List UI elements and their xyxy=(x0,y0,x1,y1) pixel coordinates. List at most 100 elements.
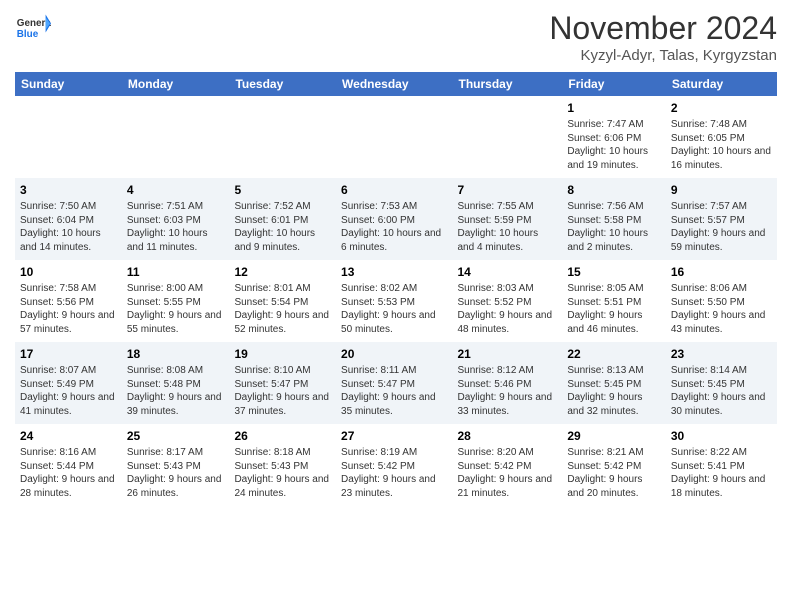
calendar-day: 3 Sunrise: 7:50 AMSunset: 6:04 PMDaylight… xyxy=(15,178,122,260)
header: General Blue November 2024 Kyzyl-Adyr, T… xyxy=(15,10,777,64)
col-sunday: Sunday xyxy=(15,72,122,96)
col-monday: Monday xyxy=(122,72,230,96)
calendar-day: 19Sunrise: 8:10 AMSunset: 5:47 PMDayligh… xyxy=(229,342,336,424)
calendar-day: 21 Sunrise: 8:12 AMSunset: 5:46 PMDayligh… xyxy=(453,342,563,424)
day-number: 20 xyxy=(341,346,447,362)
day-number: 28 xyxy=(458,428,558,444)
calendar-day xyxy=(229,96,336,178)
day-info: Sunrise: 8:05 AMSunset: 5:51 PMDaylight:… xyxy=(567,282,660,336)
day-number: 18 xyxy=(127,346,225,362)
calendar-day: 6 Sunrise: 7:53 AMSunset: 6:00 PMDaylight… xyxy=(336,178,452,260)
calendar-day: 27Sunrise: 8:19 AMSunset: 5:42 PMDayligh… xyxy=(336,424,452,506)
col-friday: Friday xyxy=(562,72,665,96)
day-number: 14 xyxy=(458,264,558,280)
calendar-day xyxy=(453,96,563,178)
day-number: 10 xyxy=(20,264,117,280)
logo: General Blue xyxy=(15,10,51,46)
calendar-body: 1 Sunrise: 7:47 AMSunset: 6:06 PMDaylight… xyxy=(15,96,777,506)
day-info: Sunrise: 8:20 AMSunset: 5:42 PMDaylight:… xyxy=(458,446,558,500)
calendar-day: 30Sunrise: 8:22 AMSunset: 5:41 PMDayligh… xyxy=(666,424,777,506)
svg-text:Blue: Blue xyxy=(17,29,39,40)
calendar-week-4: 17Sunrise: 8:07 AMSunset: 5:49 PMDayligh… xyxy=(15,342,777,424)
calendar-day xyxy=(15,96,122,178)
day-info: Sunrise: 8:06 AMSunset: 5:50 PMDaylight:… xyxy=(671,282,772,336)
calendar-week-5: 24Sunrise: 8:16 AMSunset: 5:44 PMDayligh… xyxy=(15,424,777,506)
col-tuesday: Tuesday xyxy=(229,72,336,96)
calendar-day: 13 Sunrise: 8:02 AMSunset: 5:53 PMDayligh… xyxy=(336,260,452,342)
day-number: 26 xyxy=(234,428,331,444)
calendar-day: 9 Sunrise: 7:57 AMSunset: 5:57 PMDaylight… xyxy=(666,178,777,260)
day-number: 11 xyxy=(127,264,225,280)
day-number: 12 xyxy=(234,264,331,280)
col-saturday: Saturday xyxy=(666,72,777,96)
calendar-day: 1 Sunrise: 7:47 AMSunset: 6:06 PMDaylight… xyxy=(562,96,665,178)
calendar-day: 11Sunrise: 8:00 AMSunset: 5:55 PMDayligh… xyxy=(122,260,230,342)
calendar-week-1: 1 Sunrise: 7:47 AMSunset: 6:06 PMDaylight… xyxy=(15,96,777,178)
calendar-day: 16 Sunrise: 8:06 AMSunset: 5:50 PMDayligh… xyxy=(666,260,777,342)
day-number: 19 xyxy=(234,346,331,362)
calendar-day: 4Sunrise: 7:51 AMSunset: 6:03 PMDaylight… xyxy=(122,178,230,260)
day-info: Sunrise: 8:16 AMSunset: 5:44 PMDaylight:… xyxy=(20,446,117,500)
day-info: Sunrise: 7:57 AMSunset: 5:57 PMDaylight:… xyxy=(671,200,772,254)
day-number: 27 xyxy=(341,428,447,444)
calendar-week-2: 3 Sunrise: 7:50 AMSunset: 6:04 PMDaylight… xyxy=(15,178,777,260)
day-number: 29 xyxy=(567,428,660,444)
calendar-header: Sunday Monday Tuesday Wednesday Thursday… xyxy=(15,72,777,96)
day-number: 30 xyxy=(671,428,772,444)
day-info: Sunrise: 8:08 AMSunset: 5:48 PMDaylight:… xyxy=(127,364,225,418)
calendar-day: 2Sunrise: 7:48 AMSunset: 6:05 PMDaylight… xyxy=(666,96,777,178)
day-info: Sunrise: 7:55 AMSunset: 5:59 PMDaylight:… xyxy=(458,200,558,254)
calendar-day: 20Sunrise: 8:11 AMSunset: 5:47 PMDayligh… xyxy=(336,342,452,424)
day-number: 17 xyxy=(20,346,117,362)
location: Kyzyl-Adyr, Talas, Kyrgyzstan xyxy=(549,47,777,64)
day-number: 13 xyxy=(341,264,447,280)
month-title: November 2024 xyxy=(549,10,777,47)
day-number: 5 xyxy=(234,182,331,198)
day-info: Sunrise: 8:13 AMSunset: 5:45 PMDaylight:… xyxy=(567,364,660,418)
calendar-week-3: 10 Sunrise: 7:58 AMSunset: 5:56 PMDayligh… xyxy=(15,260,777,342)
calendar-day xyxy=(336,96,452,178)
day-number: 8 xyxy=(567,182,660,198)
calendar-day: 22 Sunrise: 8:13 AMSunset: 5:45 PMDayligh… xyxy=(562,342,665,424)
day-number: 3 xyxy=(20,182,117,198)
day-info: Sunrise: 8:21 AMSunset: 5:42 PMDaylight:… xyxy=(567,446,660,500)
col-wednesday: Wednesday xyxy=(336,72,452,96)
day-info: Sunrise: 7:56 AMSunset: 5:58 PMDaylight:… xyxy=(567,200,660,254)
day-number: 22 xyxy=(567,346,660,362)
day-info: Sunrise: 8:14 AMSunset: 5:45 PMDaylight:… xyxy=(671,364,772,418)
day-info: Sunrise: 8:01 AMSunset: 5:54 PMDaylight:… xyxy=(234,282,331,336)
day-number: 2 xyxy=(671,100,772,116)
calendar-day: 17Sunrise: 8:07 AMSunset: 5:49 PMDayligh… xyxy=(15,342,122,424)
logo-icon: General Blue xyxy=(15,10,51,46)
calendar-day: 12 Sunrise: 8:01 AMSunset: 5:54 PMDayligh… xyxy=(229,260,336,342)
day-info: Sunrise: 8:12 AMSunset: 5:46 PMDaylight:… xyxy=(458,364,558,418)
calendar-day: 29 Sunrise: 8:21 AMSunset: 5:42 PMDayligh… xyxy=(562,424,665,506)
day-info: Sunrise: 7:53 AMSunset: 6:00 PMDaylight:… xyxy=(341,200,447,254)
day-info: Sunrise: 8:17 AMSunset: 5:43 PMDaylight:… xyxy=(127,446,225,500)
calendar-day: 8 Sunrise: 7:56 AMSunset: 5:58 PMDaylight… xyxy=(562,178,665,260)
col-thursday: Thursday xyxy=(453,72,563,96)
day-info: Sunrise: 7:58 AMSunset: 5:56 PMDaylight:… xyxy=(20,282,117,336)
day-number: 21 xyxy=(458,346,558,362)
title-section: November 2024 Kyzyl-Adyr, Talas, Kyrgyzs… xyxy=(549,10,777,64)
day-info: Sunrise: 7:47 AMSunset: 6:06 PMDaylight:… xyxy=(567,118,660,172)
calendar-day: 10 Sunrise: 7:58 AMSunset: 5:56 PMDayligh… xyxy=(15,260,122,342)
calendar-day: 24Sunrise: 8:16 AMSunset: 5:44 PMDayligh… xyxy=(15,424,122,506)
calendar-day: 14 Sunrise: 8:03 AMSunset: 5:52 PMDayligh… xyxy=(453,260,563,342)
calendar-day: 15Sunrise: 8:05 AMSunset: 5:51 PMDayligh… xyxy=(562,260,665,342)
day-number: 7 xyxy=(458,182,558,198)
calendar-day: 5Sunrise: 7:52 AMSunset: 6:01 PMDaylight… xyxy=(229,178,336,260)
day-number: 16 xyxy=(671,264,772,280)
day-info: Sunrise: 8:18 AMSunset: 5:43 PMDaylight:… xyxy=(234,446,331,500)
day-info: Sunrise: 8:03 AMSunset: 5:52 PMDaylight:… xyxy=(458,282,558,336)
day-info: Sunrise: 7:50 AMSunset: 6:04 PMDaylight:… xyxy=(20,200,117,254)
day-number: 25 xyxy=(127,428,225,444)
calendar-day xyxy=(122,96,230,178)
day-number: 1 xyxy=(567,100,660,116)
day-number: 4 xyxy=(127,182,225,198)
day-info: Sunrise: 8:02 AMSunset: 5:53 PMDaylight:… xyxy=(341,282,447,336)
day-number: 9 xyxy=(671,182,772,198)
page: General Blue November 2024 Kyzyl-Adyr, T… xyxy=(0,0,792,516)
calendar-day: 28 Sunrise: 8:20 AMSunset: 5:42 PMDayligh… xyxy=(453,424,563,506)
day-number: 6 xyxy=(341,182,447,198)
